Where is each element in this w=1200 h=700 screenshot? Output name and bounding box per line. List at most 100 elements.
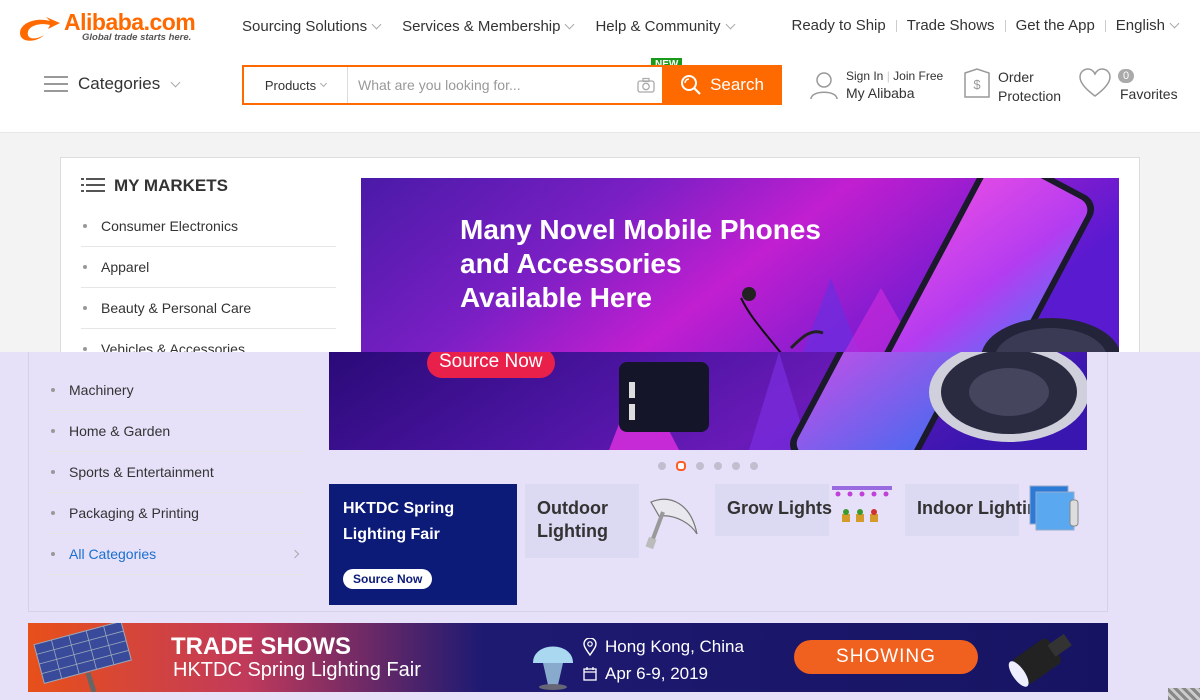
carousel-dot[interactable] [732,462,740,470]
svg-text:$: $ [973,77,981,92]
categories-label: Categories [78,74,161,93]
grow-lights-image [832,486,892,522]
list-icon [81,178,105,194]
list-item[interactable]: Packaging & Printing [49,493,304,534]
trade-shows-banner[interactable]: TRADE SHOWS HKTDC Spring Lighting Fair H… [28,623,1108,692]
headline-line-1: Many Novel Mobile Phones [460,214,821,245]
sign-in-link[interactable]: Sign In [846,69,883,83]
hktdc-source-now-button[interactable]: Source Now [343,569,433,589]
category-label: Apparel [101,259,150,275]
search-input[interactable] [348,67,630,103]
search-button-label: Search [710,75,764,94]
site-header: Alibaba.com Global trade starts here. So… [0,0,1200,133]
chevron-right-icon [290,549,300,559]
chevron-down-icon [170,77,181,87]
trade-dates: Apr 6-9, 2019 [583,664,708,684]
chevron-down-icon [320,79,328,87]
headline-line-2: and Accessories [460,248,682,279]
top-links: Ready to Ship Trade Shows Get the App En… [792,17,1180,34]
nav-label: Help & Community [595,18,721,35]
all-categories-link[interactable]: All Categories [49,534,304,575]
calendar-icon [583,667,597,681]
indoor-lighting-image [1029,485,1079,531]
search-bar: Products Search [242,65,782,105]
category-label: Sports & Entertainment [69,464,214,480]
outdoor-title-1: Outdoor [537,498,608,518]
category-label: All Categories [69,546,157,562]
search-type-dropdown[interactable]: Products [244,67,348,103]
list-item[interactable]: Beauty & Personal Care [81,288,336,329]
chevron-down-icon [1169,18,1180,29]
link-ready-to-ship[interactable]: Ready to Ship [792,17,886,34]
search-icon [681,75,701,95]
hktdc-fair-card[interactable]: HKTDC Spring Lighting Fair Source Now [329,484,517,605]
outdoor-title: Outdoor Lighting [525,484,620,558]
search-button[interactable]: Search [662,65,782,105]
category-list-bottom: Machinery Home & Garden Sports & Enterta… [49,370,304,575]
promo-banner[interactable]: Many Novel Mobile Phones and Accessories… [361,178,1119,357]
link-trade-shows[interactable]: Trade Shows [907,17,995,34]
outdoor-lighting-card[interactable]: Outdoor Lighting [525,484,639,558]
outdoor-title-2: Lighting [537,521,608,541]
favorites-label: Favorites [1120,86,1178,102]
carousel-dot[interactable] [750,462,758,470]
list-item[interactable]: Sports & Entertainment [49,452,304,493]
trade-location: Hong Kong, China [583,637,744,657]
category-label: Machinery [69,382,134,398]
promo-banner-lower[interactable]: Source Now [329,352,1087,450]
source-now-button[interactable]: Source Now [427,352,555,378]
top-nav: Sourcing Solutions Services & Membership… [242,18,756,35]
grow-lights-card[interactable]: Grow Lights [715,484,832,536]
list-item[interactable]: Machinery [49,370,304,411]
user-icon [810,72,838,100]
carousel-dot[interactable] [658,462,666,470]
divider [895,19,897,32]
search-type-label: Products [264,77,317,93]
heart-icon [1079,68,1111,97]
category-list-top: Consumer Electronics Apparel Beauty & Pe… [81,206,336,357]
resize-grip[interactable] [1168,688,1200,700]
carousel-dots [658,461,758,471]
language-selector[interactable]: English [1116,17,1165,34]
outdoor-light-image [645,498,698,550]
indoor-lighting-card[interactable]: Indoor Lighting [905,484,1049,536]
headline-line-3: Available Here [460,282,652,313]
nav-services-membership[interactable]: Services & Membership [402,18,575,35]
categories-menu[interactable]: Categories [44,74,181,94]
logo-smile-icon [20,17,60,41]
category-label: Packaging & Printing [69,505,199,521]
carousel-dot[interactable] [696,462,704,470]
category-label: Consumer Electronics [101,218,238,234]
order-protection[interactable]: $ Order Protection [962,68,1061,106]
nav-sourcing-solutions[interactable]: Sourcing Solutions [242,18,382,35]
category-label: Beauty & Personal Care [101,300,252,316]
category-label: Home & Garden [69,423,171,439]
camera-icon[interactable] [630,67,662,103]
list-item[interactable]: Home & Garden [49,411,304,452]
markets-title: MY MARKETS [81,176,228,196]
trade-location-text: Hong Kong, China [605,637,744,656]
order-line-1: Order [998,69,1034,85]
divider [1004,19,1006,32]
link-get-the-app[interactable]: Get the App [1016,17,1095,34]
order-line-2: Protection [998,88,1062,104]
list-item[interactable]: Consumer Electronics [81,206,336,247]
account-menu[interactable]: Sign In | Join Free My Alibaba [808,69,943,101]
carousel-dot[interactable] [714,462,722,470]
showing-button[interactable]: SHOWING [794,640,978,674]
hktdc-title: HKTDC Spring Lighting Fair [343,496,454,548]
alibaba-logo[interactable]: Alibaba.com Global trade starts here. [16,9,216,47]
favorites[interactable]: 0 Favorites [1078,68,1178,102]
chevron-down-icon [371,19,382,30]
carousel-dot-active[interactable] [676,461,686,471]
markets-title-text: MY MARKETS [114,176,228,195]
nav-help-community[interactable]: Help & Community [595,18,735,35]
chevron-down-icon [725,19,735,30]
join-free-link[interactable]: Join Free [893,69,943,83]
list-icon [44,76,68,92]
my-alibaba-label: My Alibaba [846,85,915,101]
hktdc-title-2: Lighting Fair [343,526,440,543]
list-item[interactable]: Apparel [81,247,336,288]
logo-tagline: Global trade starts here. [82,32,192,43]
trade-dates-text: Apr 6-9, 2019 [605,664,709,683]
